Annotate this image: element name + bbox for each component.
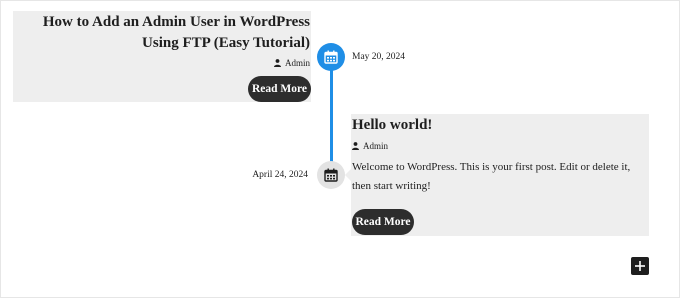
read-more-button[interactable]: Read More <box>248 76 311 102</box>
user-icon <box>352 142 359 150</box>
post-date: May 20, 2024 <box>352 52 406 62</box>
calendar-icon <box>317 161 345 189</box>
calendar-icon <box>317 43 345 71</box>
timeline-post-card: How to Add an Admin User in WordPress Us… <box>13 11 311 102</box>
card-pointer <box>345 169 351 181</box>
post-title[interactable]: Hello world! <box>351 114 649 136</box>
post-author-name[interactable]: Admin <box>363 140 388 152</box>
post-author: Admin <box>13 57 310 69</box>
timeline-line <box>330 57 333 175</box>
read-more-button[interactable]: Read More <box>352 209 414 235</box>
editor-canvas: How to Add an Admin User in WordPress Us… <box>0 0 680 298</box>
plus-icon <box>635 259 645 274</box>
post-excerpt: Welcome to WordPress. This is your first… <box>352 161 631 192</box>
post-date: April 24, 2024 <box>252 170 308 180</box>
user-icon <box>273 59 281 67</box>
post-author: Admin <box>351 140 649 152</box>
post-author-name[interactable]: Admin <box>285 57 310 69</box>
post-title[interactable]: How to Add an Admin User in WordPress Us… <box>13 11 310 54</box>
add-block-button[interactable] <box>631 257 649 275</box>
timeline-post-card: Hello world! Admin Welcome to WordPress.… <box>351 114 649 236</box>
